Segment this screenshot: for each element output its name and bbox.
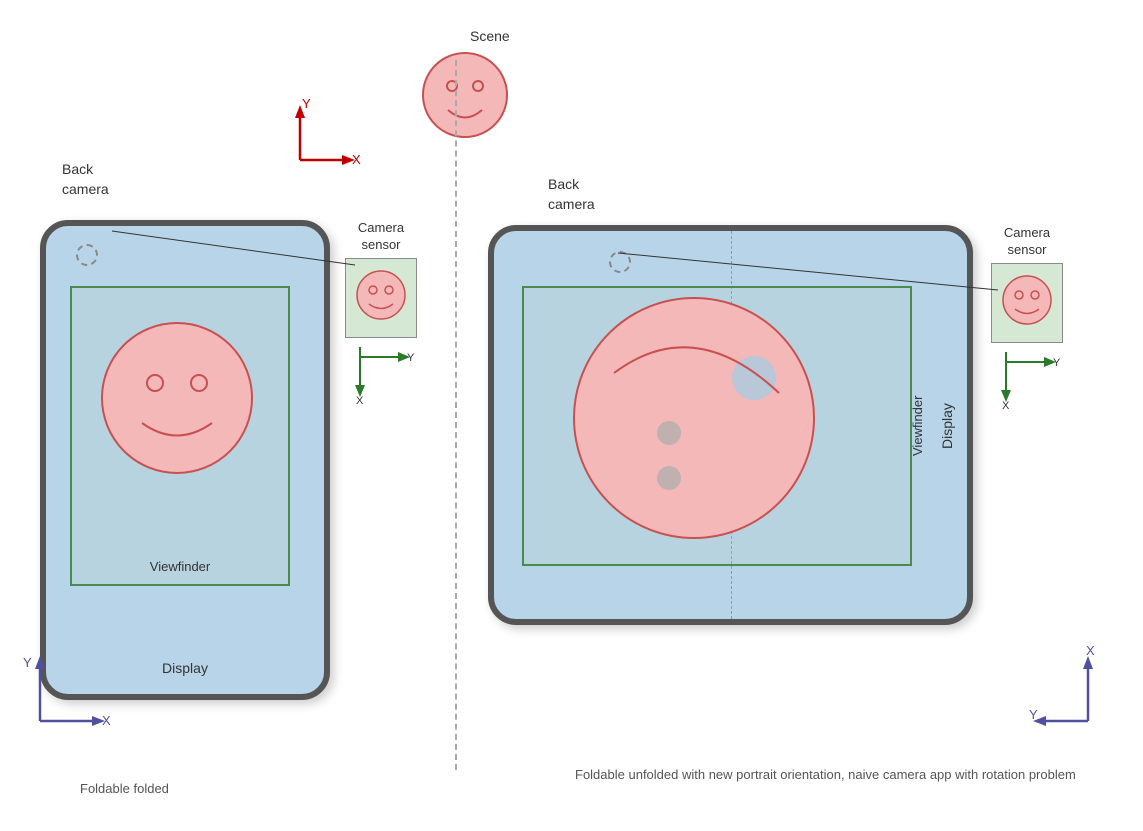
right-connection-line bbox=[578, 235, 1008, 315]
divider bbox=[455, 60, 457, 770]
main-container: Scene Y X Backcamera bbox=[0, 0, 1143, 831]
bottom-left-axes: Y X bbox=[20, 651, 110, 736]
left-viewfinder: Viewfinder bbox=[70, 286, 290, 586]
svg-text:X: X bbox=[352, 152, 361, 167]
back-camera-label-right: Backcamera bbox=[548, 175, 595, 214]
svg-text:Y: Y bbox=[1053, 357, 1061, 369]
left-sensor-axes: Y X bbox=[345, 342, 417, 407]
svg-text:Y: Y bbox=[1029, 707, 1038, 722]
right-sensor-axes: Y X bbox=[991, 347, 1063, 412]
desc-right: Foldable unfolded with new portrait orie… bbox=[575, 765, 1076, 786]
svg-text:X: X bbox=[1086, 643, 1095, 658]
svg-text:Y: Y bbox=[302, 96, 311, 111]
bottom-right-axes: X Y bbox=[1028, 651, 1118, 736]
right-display-label: Display bbox=[939, 286, 955, 566]
scene-label: Scene bbox=[470, 28, 510, 44]
back-camera-label-left: Backcamera bbox=[62, 160, 109, 199]
svg-text:X: X bbox=[1002, 400, 1010, 412]
right-viewfinder bbox=[522, 286, 912, 566]
right-viewfinder-label: Viewfinder bbox=[910, 286, 925, 566]
left-connection-line bbox=[90, 215, 360, 315]
svg-text:X: X bbox=[102, 713, 111, 728]
left-viewfinder-label: Viewfinder bbox=[72, 559, 288, 574]
svg-text:Y: Y bbox=[23, 655, 32, 670]
desc-left: Foldable folded bbox=[80, 781, 169, 796]
svg-text:Y: Y bbox=[407, 352, 415, 364]
scene-axes: Y X bbox=[280, 100, 360, 175]
scene-face bbox=[420, 50, 510, 145]
svg-text:X: X bbox=[356, 395, 364, 407]
